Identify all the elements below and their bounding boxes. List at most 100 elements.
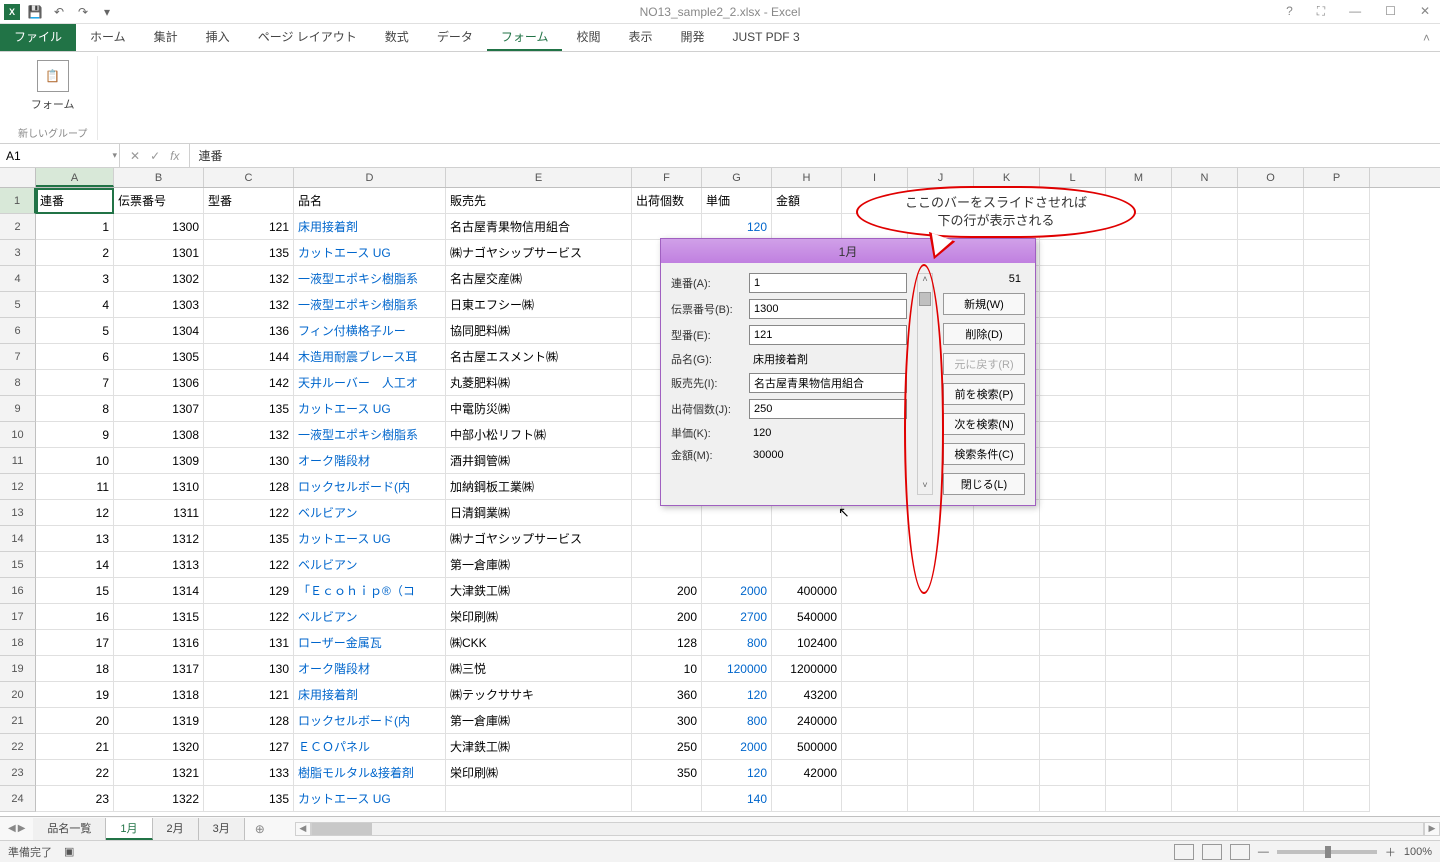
cell[interactable]: 2700 <box>702 604 772 630</box>
cell[interactable] <box>1304 786 1370 812</box>
form-input-denpyo[interactable] <box>749 299 907 319</box>
cell[interactable] <box>1172 474 1238 500</box>
cell[interactable] <box>1040 786 1106 812</box>
cell[interactable] <box>1304 604 1370 630</box>
cell[interactable] <box>1238 474 1304 500</box>
cell[interactable]: 大津鉄工㈱ <box>446 734 632 760</box>
cell[interactable] <box>1106 630 1172 656</box>
cell[interactable] <box>842 552 908 578</box>
cell[interactable]: 14 <box>36 552 114 578</box>
cell[interactable] <box>1106 656 1172 682</box>
cell[interactable] <box>1040 578 1106 604</box>
cell[interactable]: ベルビアン <box>294 552 446 578</box>
cell[interactable]: 127 <box>204 734 294 760</box>
cell[interactable]: 800 <box>702 708 772 734</box>
cell[interactable]: 131 <box>204 630 294 656</box>
cell[interactable] <box>702 552 772 578</box>
cell[interactable] <box>1172 682 1238 708</box>
cell[interactable] <box>1172 526 1238 552</box>
cell[interactable]: 132 <box>204 292 294 318</box>
cell[interactable] <box>1304 708 1370 734</box>
cell[interactable] <box>1106 578 1172 604</box>
cell[interactable] <box>842 214 908 240</box>
cell[interactable] <box>1238 344 1304 370</box>
cell[interactable] <box>1040 734 1106 760</box>
cell[interactable] <box>1304 630 1370 656</box>
cell[interactable] <box>1040 604 1106 630</box>
cell[interactable]: 142 <box>204 370 294 396</box>
cell[interactable]: 出荷個数 <box>632 188 702 214</box>
cell[interactable] <box>1304 292 1370 318</box>
cell[interactable] <box>1172 188 1238 214</box>
cell[interactable] <box>1304 474 1370 500</box>
cell[interactable]: 120000 <box>702 656 772 682</box>
view-normal-icon[interactable] <box>1174 844 1194 860</box>
cell[interactable] <box>1106 422 1172 448</box>
cell[interactable]: 135 <box>204 396 294 422</box>
cell[interactable]: ローザー金属瓦 <box>294 630 446 656</box>
cell[interactable] <box>1106 760 1172 786</box>
cell[interactable]: 1307 <box>114 396 204 422</box>
cell[interactable]: 名古屋エスメント㈱ <box>446 344 632 370</box>
cancel-formula-icon[interactable]: ✕ <box>130 149 140 163</box>
cell[interactable]: 一液型エポキシ樹脂系 <box>294 422 446 448</box>
cell[interactable]: 122 <box>204 604 294 630</box>
cell[interactable]: 129 <box>204 578 294 604</box>
cell[interactable] <box>974 630 1040 656</box>
tab-data[interactable]: データ <box>423 24 487 51</box>
cell[interactable]: 1319 <box>114 708 204 734</box>
cell[interactable] <box>842 734 908 760</box>
cell[interactable]: 1312 <box>114 526 204 552</box>
cell[interactable]: ㈱ナゴヤシップサービス <box>446 526 632 552</box>
cell[interactable] <box>1238 630 1304 656</box>
insert-function-icon[interactable]: fx <box>170 149 179 163</box>
cell[interactable] <box>1106 734 1172 760</box>
row-header[interactable]: 23 <box>0 760 36 786</box>
col-header-j[interactable]: J <box>908 168 974 187</box>
cell[interactable]: 名古屋青果物信用組合 <box>446 214 632 240</box>
cell[interactable] <box>1172 734 1238 760</box>
cell[interactable]: 16 <box>36 604 114 630</box>
name-box[interactable]: A1 ▾ <box>0 144 120 167</box>
cell[interactable]: 6 <box>36 344 114 370</box>
cell[interactable] <box>1172 578 1238 604</box>
cell[interactable] <box>1238 448 1304 474</box>
form-prev-button[interactable]: 前を検索(P) <box>943 383 1025 405</box>
cell[interactable]: 1318 <box>114 682 204 708</box>
cell[interactable] <box>1106 292 1172 318</box>
cell[interactable]: 天井ルーバー 人工オ <box>294 370 446 396</box>
cell[interactable]: カットエース UG <box>294 396 446 422</box>
sheet-tab-list[interactable]: 品名一覧 <box>33 818 106 840</box>
cell[interactable] <box>1106 240 1172 266</box>
row-header[interactable]: 19 <box>0 656 36 682</box>
cell[interactable]: ㈱ナゴヤシップサービス <box>446 240 632 266</box>
save-icon[interactable]: 💾 <box>26 3 44 21</box>
cell[interactable]: 9 <box>36 422 114 448</box>
tab-formulas[interactable]: 数式 <box>371 24 423 51</box>
cell[interactable] <box>1238 370 1304 396</box>
cell[interactable] <box>1304 526 1370 552</box>
cell[interactable] <box>1106 786 1172 812</box>
cell[interactable]: 12 <box>36 500 114 526</box>
cell[interactable]: 4 <box>36 292 114 318</box>
cell[interactable]: 17 <box>36 630 114 656</box>
cell[interactable] <box>842 630 908 656</box>
row-header[interactable]: 24 <box>0 786 36 812</box>
cell[interactable]: 1321 <box>114 760 204 786</box>
form-input-shukka[interactable] <box>749 399 907 419</box>
cell[interactable]: 樹脂モルタル&接着剤 <box>294 760 446 786</box>
cell[interactable] <box>1304 344 1370 370</box>
cell[interactable] <box>1106 344 1172 370</box>
cell[interactable] <box>842 656 908 682</box>
row-header-1[interactable]: 1 <box>0 188 36 214</box>
cell[interactable]: 132 <box>204 266 294 292</box>
cell[interactable] <box>1172 214 1238 240</box>
cell[interactable] <box>1172 786 1238 812</box>
form-dialog-title[interactable]: 1月 <box>661 239 1035 263</box>
cell[interactable] <box>1106 500 1172 526</box>
row-header[interactable]: 21 <box>0 708 36 734</box>
row-header[interactable]: 6 <box>0 318 36 344</box>
cell[interactable]: 伝票番号 <box>114 188 204 214</box>
cell[interactable]: 「Ｅｃｏｈｉｐ®（コ <box>294 578 446 604</box>
zoom-level[interactable]: 100% <box>1404 846 1432 858</box>
